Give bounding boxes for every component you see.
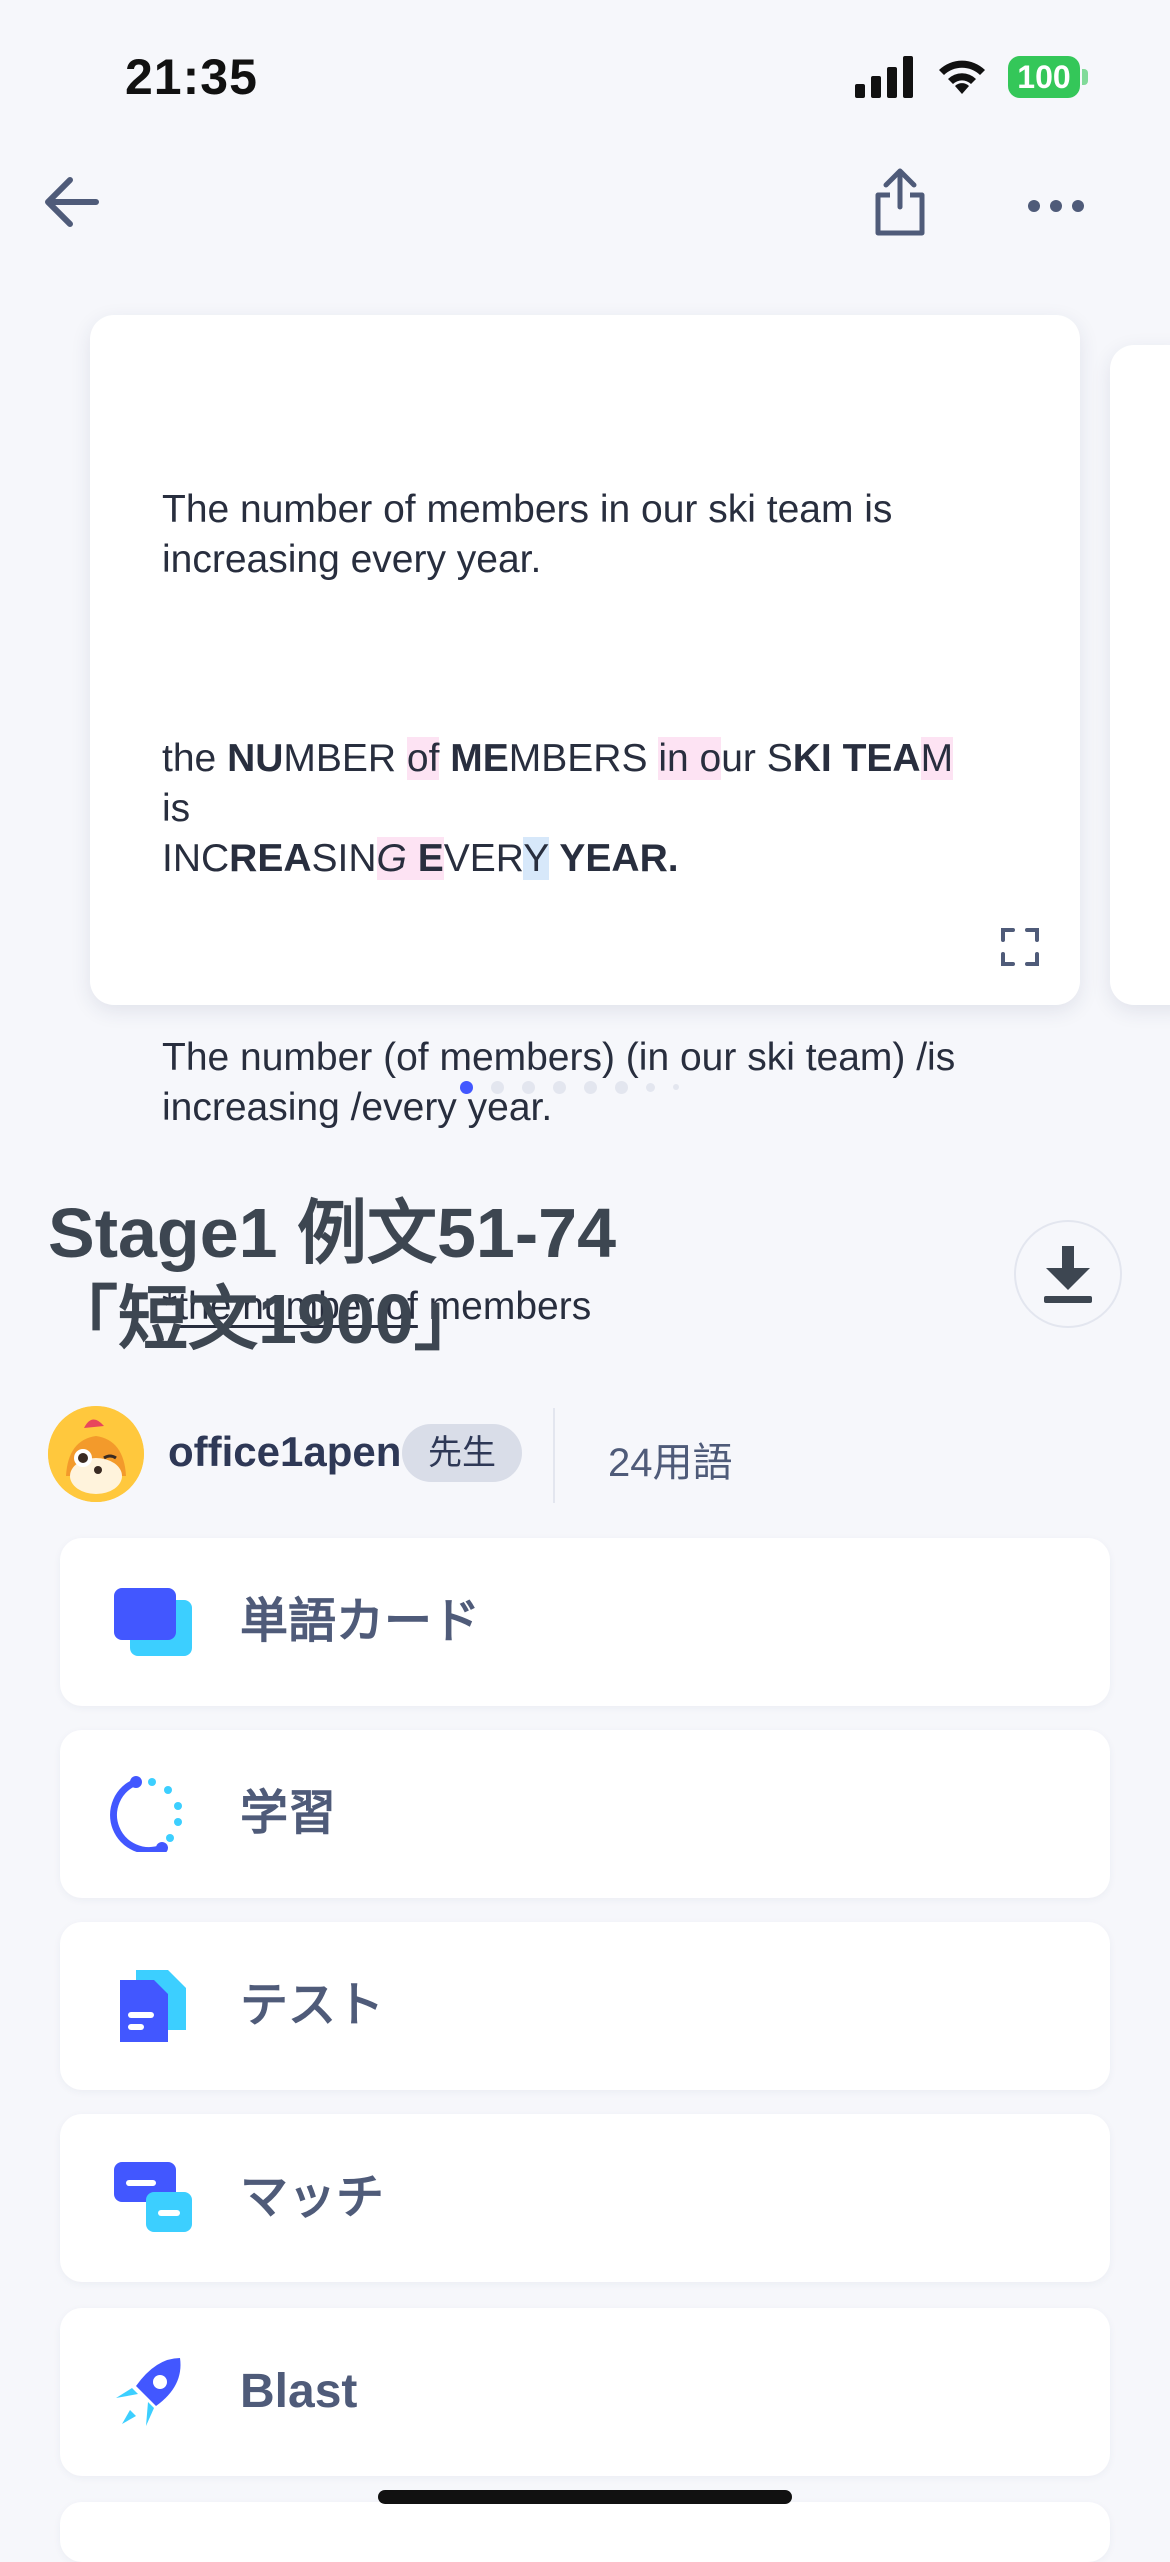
wifi-icon <box>939 60 985 94</box>
mode-blast[interactable]: Blast <box>60 2308 1110 2476</box>
share-icon <box>875 168 925 236</box>
mode-test[interactable]: テスト <box>60 1922 1110 2090</box>
mode-match[interactable]: マッチ <box>60 2114 1110 2282</box>
flashcards-icon <box>114 1588 192 1656</box>
match-icon <box>114 2162 192 2232</box>
card-syllable-breakdown: the NUMBER of MEMBERS in our SKI TEAM is… <box>162 737 954 880</box>
mode-flashcards[interactable]: 単語カード <box>60 1538 1110 1706</box>
mode-label: Blast <box>240 2365 358 2418</box>
pagination-dot <box>584 1080 597 1094</box>
pagination-dot <box>491 1080 504 1094</box>
mode-label: マッチ <box>240 2171 385 2224</box>
more-dots-icon <box>1028 200 1084 212</box>
download-icon <box>1044 1246 1092 1303</box>
author-avatar[interactable] <box>48 1406 144 1502</box>
term-count: 24用語 <box>608 1441 733 1485</box>
more-options-button[interactable] <box>1016 166 1096 246</box>
pagination-dot <box>522 1080 535 1094</box>
pagination-dot <box>615 1080 628 1094</box>
back-button[interactable] <box>32 162 112 242</box>
battery-level: 100 <box>1008 56 1080 98</box>
card-sentence: The number of members in our ski team is… <box>162 488 893 581</box>
pagination-dot <box>553 1080 566 1094</box>
pagination-dot-active <box>460 1080 473 1094</box>
author-divider <box>553 1408 555 1503</box>
mode-label: 単語カード <box>240 1595 481 1648</box>
share-button[interactable] <box>860 162 940 242</box>
blast-rocket-icon <box>116 2358 181 2426</box>
home-indicator <box>378 2490 792 2504</box>
battery-icon: 100 <box>1008 56 1090 98</box>
expand-fullscreen-icon[interactable] <box>1000 927 1040 967</box>
flashcard[interactable]: The number of members in our ski team is… <box>90 315 1080 1328</box>
teacher-badge: 先生 <box>402 1424 522 1482</box>
author-name[interactable]: office1apen <box>168 1428 401 1476</box>
mode-label: テスト <box>240 1979 385 2032</box>
mode-next-peek[interactable] <box>60 2502 1110 2562</box>
download-button[interactable] <box>1014 1220 1122 1328</box>
set-title: Stage1 例文51-74 「短文1900」 <box>48 1194 617 1358</box>
carousel-pagination <box>460 1079 720 1095</box>
arrow-left-icon <box>45 177 99 227</box>
pagination-dot <box>673 1084 679 1090</box>
next-flashcard-peek[interactable] <box>1110 345 1170 1005</box>
learn-icon <box>110 1776 182 1852</box>
fox-avatar-icon <box>48 1406 144 1502</box>
mode-label: 学習 <box>240 1787 337 1840</box>
test-icon <box>120 1970 186 2042</box>
mode-learn[interactable]: 学習 <box>60 1730 1110 1898</box>
cellular-signal-icon <box>855 56 913 98</box>
pagination-dot <box>646 1082 655 1092</box>
status-time: 21:35 <box>125 49 258 105</box>
